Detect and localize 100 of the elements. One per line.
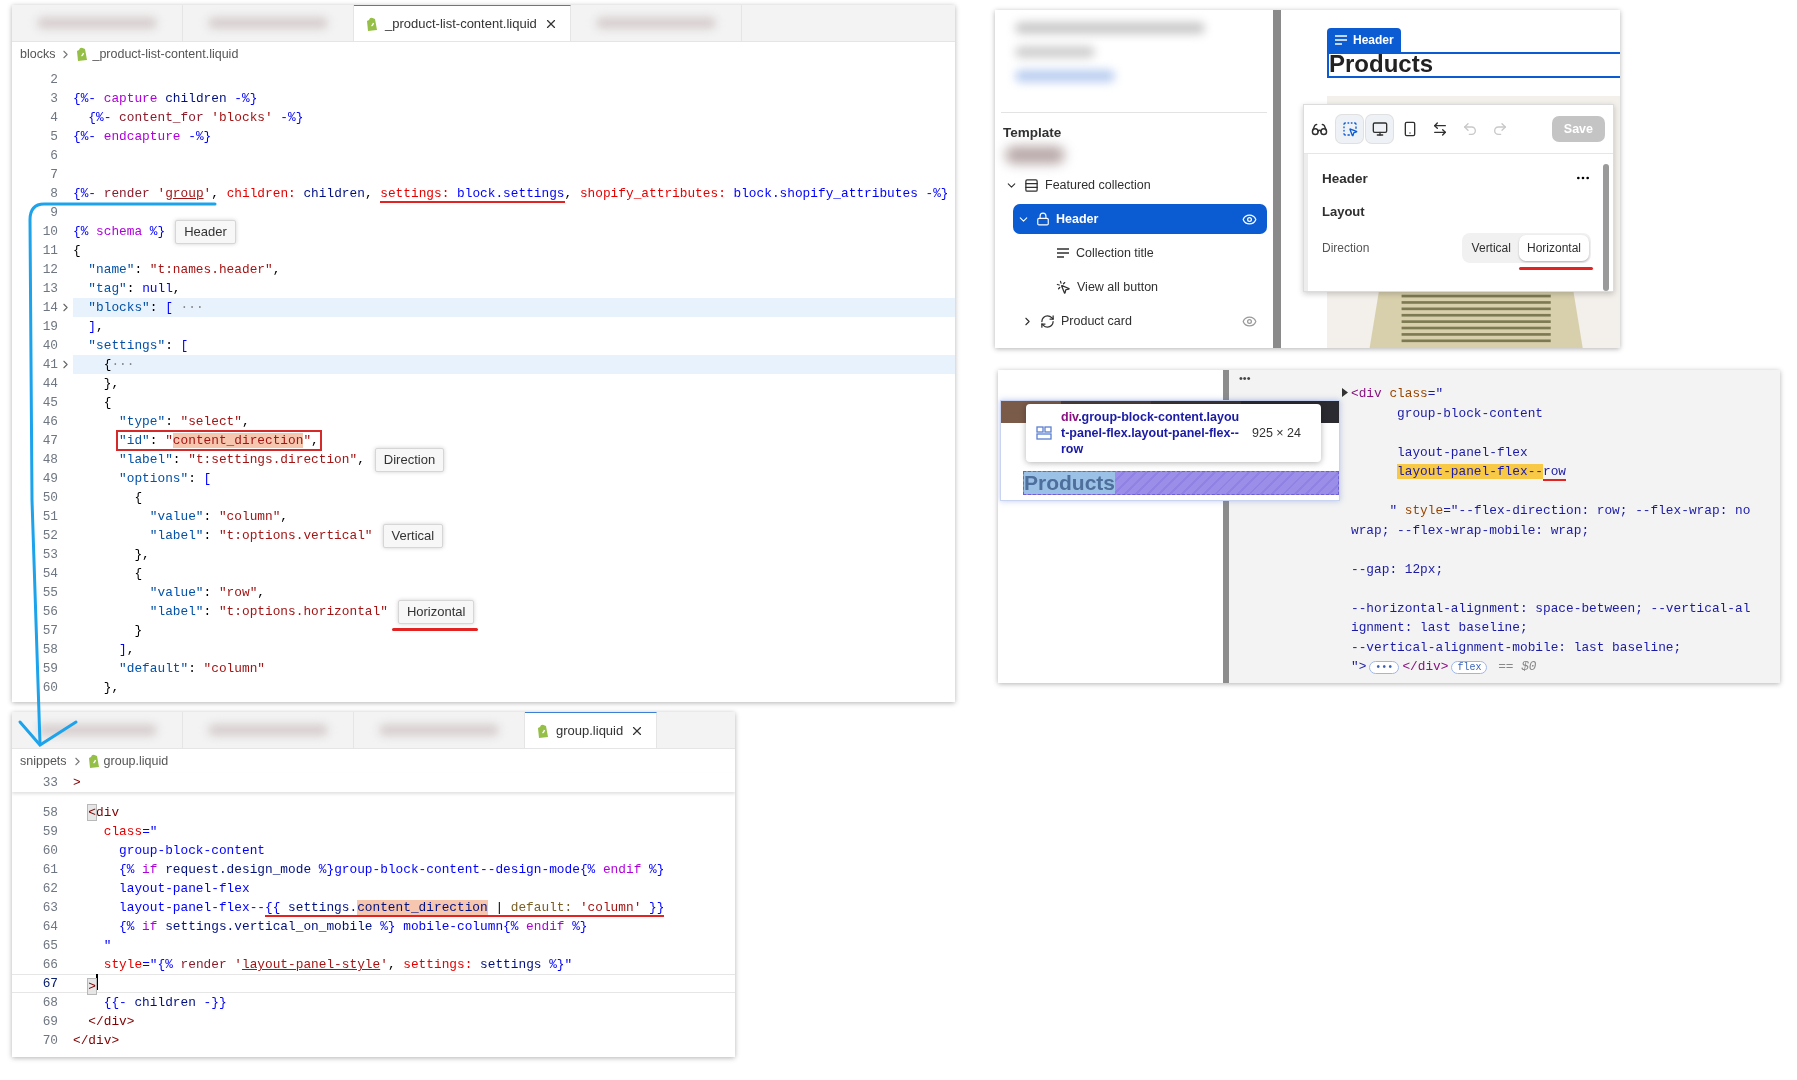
code-line: ], — [87, 318, 104, 336]
desktop-tool-button[interactable] — [1366, 115, 1393, 143]
line-number: 40 — [12, 338, 58, 353]
line-number: 51 — [12, 509, 58, 524]
pointer-icon — [1056, 279, 1071, 295]
line-number: 63 — [12, 900, 58, 915]
line-number: 55 — [12, 585, 58, 600]
line-number: 3 — [12, 91, 58, 106]
select-icon — [1341, 121, 1358, 137]
line-number: 68 — [12, 995, 58, 1010]
line-number: 6 — [12, 148, 58, 163]
select-tool-button[interactable] — [1336, 115, 1363, 143]
code-line: {%- capture children -%} — [73, 90, 258, 108]
line-number: 66 — [12, 957, 58, 972]
code-line: "value": "row", — [148, 584, 265, 602]
code-line: {% if settings.vertical_on_mobile %} mobile-column{% endif %} — [118, 918, 588, 936]
scrollbar[interactable] — [1603, 164, 1609, 291]
editor-tab[interactable]: group.liquid — [525, 712, 658, 748]
settings-title: Header — [1322, 170, 1368, 186]
file-icon — [87, 754, 100, 768]
code-line: { — [133, 489, 143, 507]
segment-option[interactable]: Vertical — [1463, 235, 1519, 261]
group-title: Layout — [1322, 203, 1366, 221]
breadcrumb-item[interactable]: blocks — [20, 47, 56, 61]
layer-item[interactable]: Featured collection — [1001, 170, 1267, 200]
code-line: "options": [ — [118, 470, 212, 488]
code-line: } — [133, 622, 143, 640]
breadcrumb-item[interactable]: group.liquid — [103, 754, 169, 768]
section-title: Template — [1002, 124, 1063, 142]
products-heading: Products — [1327, 52, 1620, 78]
line-number: 58 — [12, 805, 58, 820]
callout-label: Vertical — [382, 523, 444, 548]
code-line: "name": "t:names.header", — [87, 261, 281, 279]
breadcrumb-item[interactable]: snippets — [20, 754, 67, 768]
code-line: "tag": null, — [87, 280, 181, 298]
section-icon — [1024, 177, 1039, 193]
callout-label: Header — [175, 219, 236, 244]
line-number: 2 — [12, 72, 58, 87]
line-number: 59 — [12, 824, 58, 839]
code-line: {%- render 'group', children: children, settings: block.settings, shopify_attributes: block.shopify_attributes -%} — [73, 185, 949, 203]
segment-option[interactable]: Horizontal — [1518, 235, 1589, 261]
dom-code-line: <div class=" — [1351, 384, 1755, 404]
layer-item[interactable]: Header — [1013, 204, 1267, 234]
line-number: 10 — [12, 224, 58, 239]
code-line: class=" — [102, 823, 158, 841]
line-number: 8 — [12, 186, 58, 201]
undo-icon — [1461, 121, 1478, 137]
expand-triangle-icon[interactable] — [1341, 388, 1349, 397]
code-line: { — [73, 242, 81, 260]
line-number: 56 — [12, 604, 58, 619]
line-number: 44 — [12, 376, 58, 391]
code-line: "id": "content_direction", — [73, 431, 319, 450]
line-number: 65 — [12, 938, 58, 953]
line-number: 45 — [12, 395, 58, 410]
line-number: 33 — [12, 775, 58, 790]
line-number: 60 — [12, 843, 58, 858]
dom-code-line: layout-panel-flex — [1396, 443, 1529, 462]
code-line: {%- content_for 'blocks' -%} — [87, 109, 304, 127]
line-number: 47 — [12, 433, 58, 448]
code-line: " — [102, 937, 112, 955]
file-icon — [76, 47, 89, 61]
line-number: 53 — [12, 547, 58, 562]
code-line: > — [73, 974, 99, 993]
highlighted-text: Products — [1024, 472, 1115, 494]
editor-tab[interactable]: _product-list-content.liquid — [354, 5, 571, 41]
fullwidth-icon — [1431, 121, 1448, 137]
line-number: 48 — [12, 452, 58, 467]
line-number: 70 — [12, 1033, 58, 1048]
code-line: layout-panel-flex — [118, 880, 250, 898]
layer-item[interactable]: View all button — [1001, 272, 1267, 302]
file-icon — [366, 16, 378, 31]
text-lines-icon — [1056, 247, 1070, 259]
desktop-icon — [1371, 121, 1388, 137]
line-number: 52 — [12, 528, 58, 543]
line-number: 69 — [12, 1014, 58, 1029]
line-number: 58 — [12, 642, 58, 657]
more-button[interactable]: ••• — [1239, 372, 1774, 384]
layer-item[interactable]: Collection title — [1001, 238, 1267, 268]
code-line: "label": "t:settings.direction", — [118, 451, 365, 469]
breadcrumb-item[interactable]: _product-list-content.liquid — [92, 47, 239, 61]
code-line: "type": "select", — [118, 413, 250, 431]
dom-code-line: --gap: 12px; — [1351, 560, 1445, 579]
refresh-icon — [1040, 313, 1055, 329]
line-number: 62 — [12, 881, 58, 896]
line-number: 67 — [12, 976, 58, 991]
line-number: 54 — [12, 566, 58, 581]
eye-icon[interactable] — [1242, 313, 1257, 329]
line-number: 19 — [12, 319, 58, 334]
block-badge: Header — [1327, 28, 1401, 52]
dom-code-line: "> ••• </div> flex == $0 — [1351, 658, 1538, 676]
code-line: group-block-content — [118, 842, 265, 860]
redo-icon — [1491, 121, 1508, 137]
code-line: </div> — [87, 1013, 135, 1031]
layer-item[interactable]: Product card — [1001, 306, 1267, 336]
line-number: 13 — [12, 281, 58, 296]
eye-icon[interactable] — [1242, 211, 1257, 227]
field-label: Direction — [1322, 241, 1370, 255]
dom-code-line: --vertical-alignment-mobile: last baseline; — [1351, 638, 1683, 657]
line-number: 61 — [12, 862, 58, 877]
line-number: 50 — [12, 490, 58, 505]
